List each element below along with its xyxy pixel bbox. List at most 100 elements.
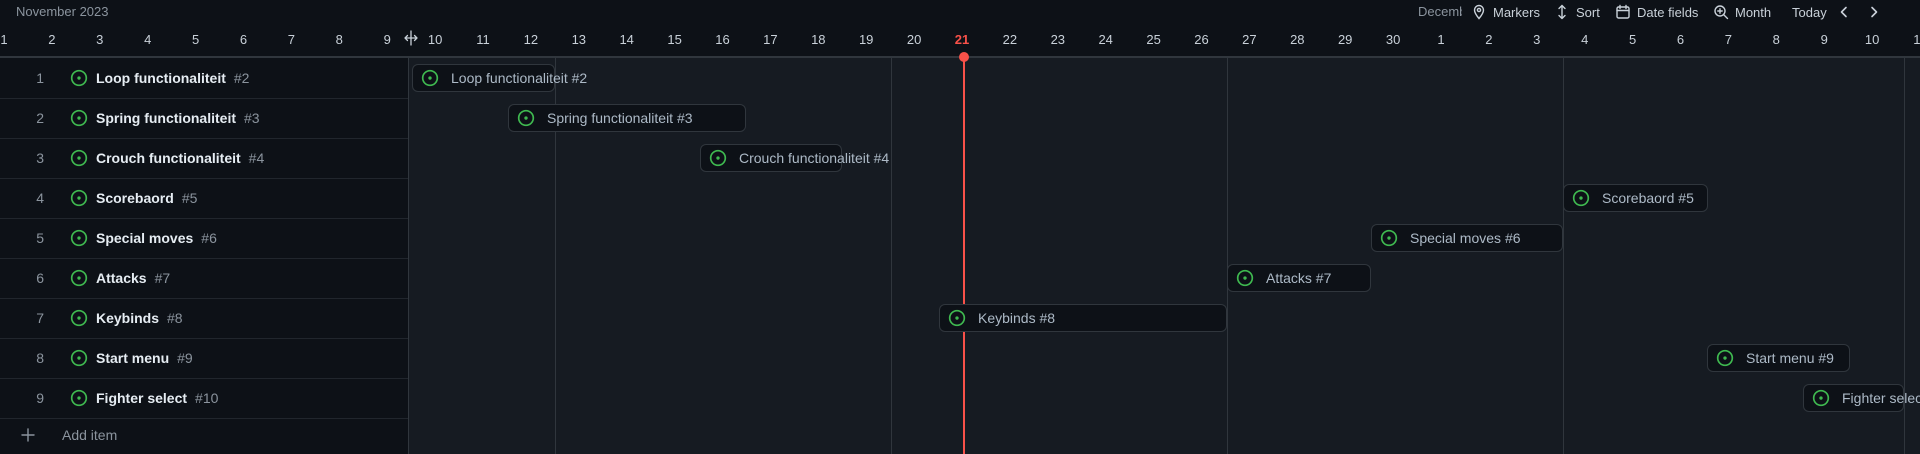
- issue-open-icon: [1572, 189, 1590, 207]
- issue-open-icon: [70, 69, 88, 87]
- day-label: 8: [1772, 32, 1780, 47]
- timeline-bar[interactable]: Scorebaord #5: [1563, 184, 1708, 212]
- bar-issue-number: #6: [1504, 230, 1521, 246]
- add-item-label: Add item: [62, 427, 118, 443]
- issue-open-icon: [70, 349, 88, 367]
- day-label: 23: [1050, 32, 1066, 47]
- chevron-left-icon: [1840, 6, 1847, 18]
- bar-label: Scorebaord #5: [1602, 190, 1694, 206]
- list-item[interactable]: 7 Keybinds #8: [0, 298, 408, 339]
- bar-label: Special moves #6: [1410, 230, 1521, 246]
- day-label: 16: [715, 32, 730, 47]
- list-item[interactable]: 1 Loop functionaliteit #2: [0, 58, 408, 99]
- issue-open-icon: [70, 309, 88, 327]
- issue-open-icon: [1812, 389, 1830, 407]
- item-title[interactable]: Keybinds: [96, 310, 159, 326]
- day-label: 7: [1724, 32, 1732, 47]
- day-label: 26: [1194, 32, 1209, 47]
- item-title[interactable]: Spring functionaliteit: [96, 110, 236, 126]
- sort-button[interactable]: Sort: [1554, 0, 1600, 24]
- bar-issue-number: #2: [571, 70, 588, 86]
- issue-number: #7: [154, 270, 171, 286]
- list-item[interactable]: 2 Spring functionaliteit #3: [0, 98, 408, 139]
- bar-title: Crouch functionaliteit: [739, 150, 874, 166]
- day-label: 12: [523, 32, 539, 47]
- timeline-bar[interactable]: Attacks #7: [1227, 264, 1371, 292]
- zoom-button[interactable]: Month: [1713, 0, 1771, 24]
- day-label: 8: [335, 32, 343, 47]
- month-label-right: December 2023: [1418, 4, 1462, 19]
- day-label: 2: [48, 32, 56, 47]
- bar-label: Start menu #9: [1746, 350, 1834, 366]
- issue-open-icon: [70, 189, 88, 207]
- day-label: 7: [287, 32, 295, 47]
- item-title[interactable]: Attacks: [96, 270, 147, 286]
- markers-button[interactable]: Markers: [1471, 0, 1540, 24]
- day-label: 4: [144, 32, 152, 47]
- previous-button[interactable]: [1836, 0, 1852, 24]
- item-title[interactable]: Loop functionaliteit: [96, 70, 226, 86]
- day-label: 24: [1098, 32, 1113, 47]
- issue-open-icon: [70, 229, 88, 247]
- column-resize-icon[interactable]: [403, 30, 419, 46]
- bar-issue-number: #5: [1678, 190, 1694, 206]
- item-list: Add item 1 Loop functionaliteit #2 2 Spring …: [0, 58, 409, 454]
- item-title[interactable]: Start menu: [96, 350, 169, 366]
- row-number: 6: [36, 270, 44, 286]
- item-title[interactable]: Special moves: [96, 230, 193, 246]
- row-number: 2: [36, 110, 44, 126]
- day-label: 30: [1385, 32, 1401, 47]
- item-title[interactable]: Scorebaord: [96, 190, 174, 206]
- issue-number: #10: [195, 390, 219, 406]
- timeline-bar[interactable]: Keybinds #8: [939, 304, 1227, 332]
- row-number: 7: [36, 310, 44, 326]
- timeline-bar[interactable]: Special moves #6: [1371, 224, 1563, 252]
- bar-label: Fighter select #10: [1842, 390, 1920, 406]
- list-item[interactable]: 5 Special moves #6: [0, 218, 408, 259]
- timeline-bar[interactable]: Crouch functionaliteit #4: [700, 144, 889, 172]
- row-number: 5: [36, 230, 44, 246]
- week-divider: [891, 58, 892, 454]
- date-fields-button[interactable]: Date fields: [1615, 0, 1698, 24]
- bar-title: Loop functionaliteit: [451, 70, 572, 86]
- timeline-bar[interactable]: Start menu #9: [1707, 344, 1850, 372]
- next-button[interactable]: [1866, 0, 1882, 24]
- bar-label: Loop functionaliteit #2: [451, 70, 587, 86]
- timeline-bar[interactable]: Fighter select #10: [1803, 384, 1920, 412]
- issue-open-icon: [70, 149, 88, 167]
- list-item[interactable]: 4 Scorebaord #5: [0, 178, 408, 219]
- today-label: Today: [1792, 4, 1827, 20]
- day-label: 22: [1002, 32, 1018, 47]
- day-label: 27: [1242, 32, 1257, 47]
- issue-open-icon: [421, 69, 439, 87]
- item-title[interactable]: Crouch functionaliteit: [96, 150, 241, 166]
- bar-issue-number: #3: [676, 110, 693, 126]
- bar-issue-number: #8: [1039, 310, 1056, 326]
- issue-open-icon: [70, 389, 88, 407]
- issue-number: #6: [201, 230, 217, 246]
- roadmap-view: November 2023 December 2023 Markers Sort…: [0, 0, 1920, 454]
- bar-issue-number: #7: [1315, 270, 1332, 286]
- bar-title: Start menu: [1746, 350, 1819, 366]
- zoom-label: Month: [1735, 4, 1772, 20]
- timeline-bar[interactable]: Loop functionaliteit #2: [412, 64, 587, 92]
- day-label: 4: [1581, 32, 1589, 47]
- item-title[interactable]: Fighter select: [96, 390, 187, 406]
- list-item[interactable]: 9 Fighter select #10: [0, 378, 408, 419]
- bar-title: Attacks: [1266, 270, 1316, 286]
- day-label: 15: [667, 32, 682, 47]
- issue-open-icon: [1380, 229, 1398, 247]
- row-number: 9: [36, 390, 44, 406]
- list-item[interactable]: 6 Attacks #7: [0, 258, 408, 299]
- list-item[interactable]: 8 Start menu #9: [0, 338, 408, 379]
- today-button[interactable]: Today: [1792, 0, 1827, 24]
- add-item-button[interactable]: Add item: [0, 416, 408, 454]
- list-item[interactable]: 3 Crouch functionaliteit #4: [0, 138, 408, 179]
- day-label: 19: [858, 32, 874, 47]
- day-label: 9: [1820, 32, 1828, 47]
- bar-title: Spring functionaliteit: [547, 110, 677, 126]
- timeline-bar[interactable]: Spring functionaliteit #3: [508, 104, 746, 132]
- issue-open-icon: [1236, 269, 1254, 287]
- day-label: 3: [96, 32, 104, 47]
- zoom-icon: [1714, 5, 1729, 20]
